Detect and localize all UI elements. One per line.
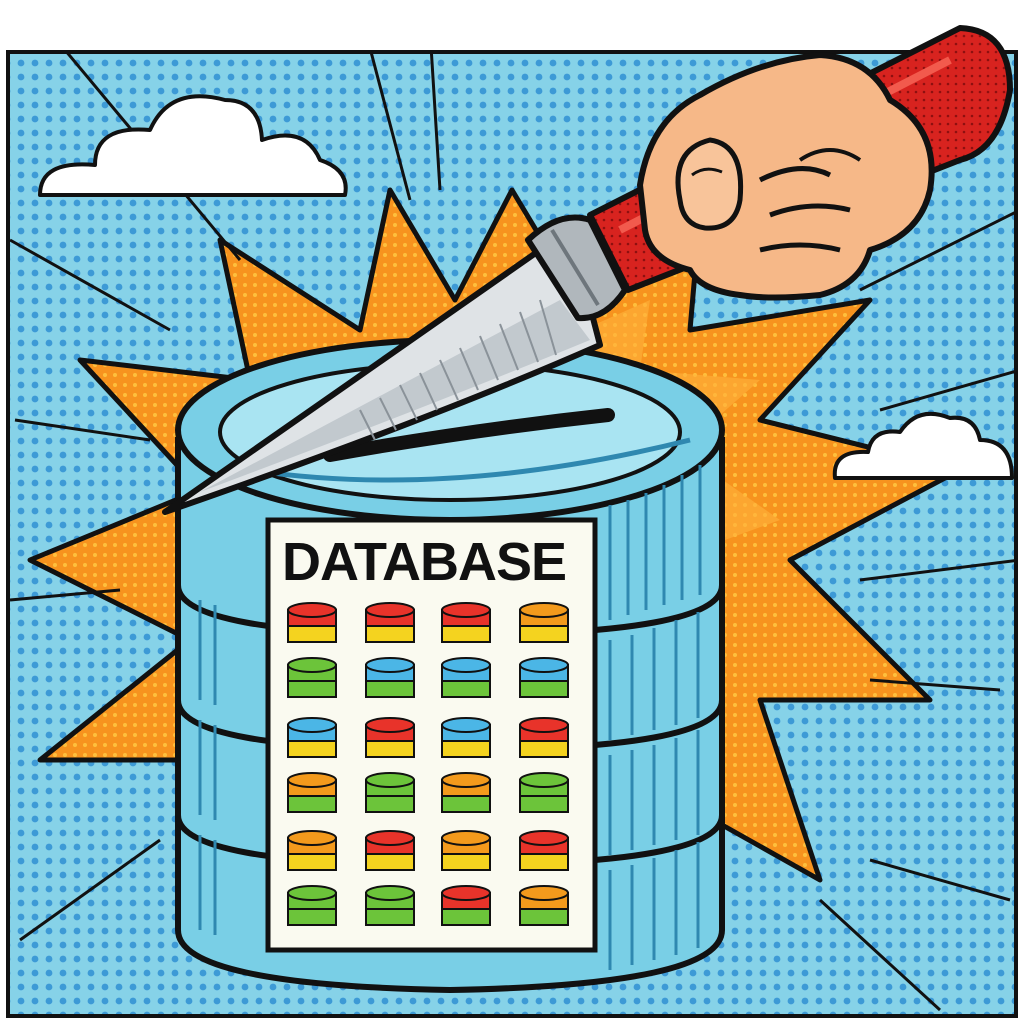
mini-database-icon xyxy=(287,657,337,698)
mini-database-icon xyxy=(365,885,415,926)
mini-database-icon xyxy=(287,717,337,758)
mini-database-icon xyxy=(287,830,337,871)
mini-database-icon xyxy=(441,772,491,813)
mini-database-icon xyxy=(519,772,569,813)
mini-database-icon xyxy=(441,830,491,871)
mini-database-icon xyxy=(441,657,491,698)
illustration-canvas: DATABASE xyxy=(0,0,1024,1024)
mini-database-icon xyxy=(287,772,337,813)
mini-database-icon xyxy=(441,602,491,643)
mini-database-icon xyxy=(365,830,415,871)
mini-database-icon xyxy=(441,885,491,926)
mini-database-icon xyxy=(519,885,569,926)
mini-database-icon xyxy=(365,717,415,758)
database-icon: DATABASE xyxy=(175,337,725,994)
mini-database-icon xyxy=(441,717,491,758)
mini-database-icon xyxy=(519,602,569,643)
mini-database-icon xyxy=(365,657,415,698)
mini-database-icon xyxy=(287,885,337,926)
mini-database-icon xyxy=(519,717,569,758)
mini-database-icon xyxy=(519,830,569,871)
mini-database-icon xyxy=(365,602,415,643)
mini-database-icon xyxy=(287,602,337,643)
database-label: DATABASE xyxy=(282,532,566,592)
comic-illustration: DATABASE xyxy=(0,0,1024,1024)
mini-database-icon xyxy=(365,772,415,813)
mini-database-icon xyxy=(519,657,569,698)
